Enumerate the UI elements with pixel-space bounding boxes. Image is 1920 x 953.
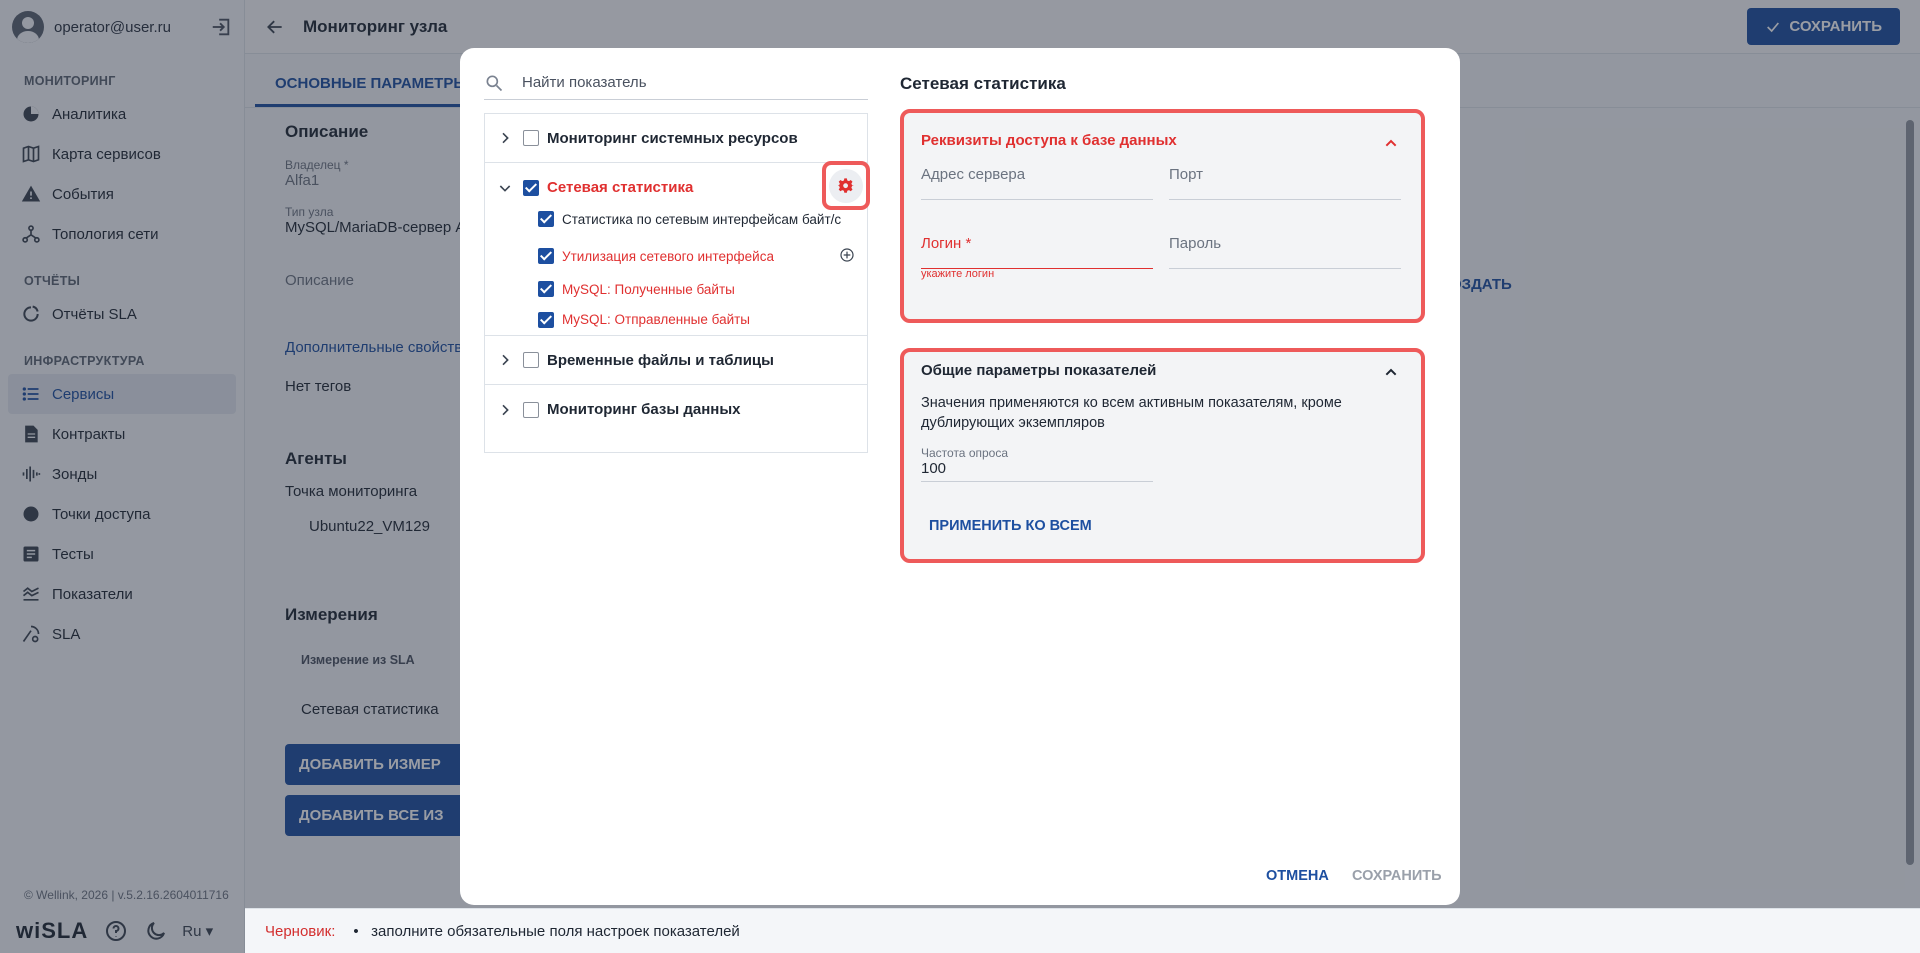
port-field[interactable]: Порт	[1169, 166, 1401, 200]
checkbox[interactable]	[523, 352, 539, 368]
tree-group-temp-files[interactable]: Временные файлы и таблицы	[485, 336, 867, 385]
frequency-input[interactable]: 100	[921, 460, 1153, 482]
tree-group-system-resources[interactable]: Мониторинг системных ресурсов	[485, 114, 867, 163]
password-field[interactable]: Пароль	[1169, 235, 1401, 269]
metrics-dialog: Найти показатель Мониторинг системных ре…	[460, 48, 1460, 905]
settings-button-bg	[829, 168, 863, 203]
checkbox[interactable]	[538, 211, 554, 227]
db-card-title: Реквизиты доступа к базе данных	[921, 132, 1177, 149]
login-error: укажите логин	[921, 268, 995, 280]
chevron-down-icon[interactable]	[497, 180, 513, 196]
common-params-card: Общие параметры показателей Значения при…	[900, 348, 1425, 563]
password-label: Пароль	[1169, 235, 1222, 252]
chevron-up-icon[interactable]	[1383, 135, 1399, 151]
tree-item[interactable]: MySQL: Отправленные байты	[485, 304, 867, 335]
tree-group-label: Временные файлы и таблицы	[547, 351, 774, 369]
scrollbar[interactable]	[1906, 120, 1914, 865]
draft-message: • заполните обязательные поля настроек п…	[353, 922, 740, 940]
checkbox[interactable]	[538, 248, 554, 264]
common-card-description: Значения применяются ко всем активным по…	[921, 395, 1342, 431]
tree-item-label: Утилизация сетевого интерфейса	[562, 248, 774, 264]
add-circle-icon[interactable]	[839, 247, 855, 263]
chevron-right-icon[interactable]	[497, 352, 513, 368]
tree-group-network-stats: Сетевая статистика Статистика по сетевым…	[485, 161, 870, 336]
cancel-button[interactable]: ОТМЕНА	[1266, 868, 1329, 884]
tree-item-label: Статистика по сетевым интерфейсам байт/с	[562, 211, 842, 227]
tree-item[interactable]: Утилизация сетевого интерфейса	[485, 234, 867, 274]
tree-item-label: MySQL: Полученные байты	[562, 281, 735, 297]
port-label: Порт	[1169, 166, 1204, 183]
chevron-up-icon[interactable]	[1383, 364, 1399, 380]
tree-group-label: Мониторинг базы данных	[547, 401, 741, 418]
settings-title: Сетевая статистика	[900, 74, 1066, 93]
chevron-right-icon[interactable]	[497, 402, 513, 418]
tree-item[interactable]: Статистика по сетевым интерфейсам байт/с	[485, 204, 867, 234]
server-address-field[interactable]: Адрес сервера	[921, 166, 1153, 200]
metrics-tree: Мониторинг системных ресурсов Сетевая ст…	[484, 113, 870, 453]
checkbox[interactable]	[523, 401, 539, 418]
db-credentials-card: Реквизиты доступа к базе данных Адрес се…	[900, 109, 1425, 323]
search-input[interactable]: Найти показатель	[522, 74, 647, 91]
settings-button[interactable]	[822, 161, 870, 210]
dialog-save-button[interactable]: СОХРАНИТЬ	[1352, 868, 1442, 884]
server-address-label: Адрес сервера	[921, 166, 1026, 183]
frequency-label: Частота опроса	[921, 446, 1009, 460]
common-card-title: Общие параметры показателей	[921, 362, 1157, 379]
tree-group-db-monitoring[interactable]: Мониторинг базы данных	[485, 385, 867, 434]
gear-icon	[838, 177, 854, 193]
checkbox[interactable]	[523, 179, 539, 196]
checkbox[interactable]	[523, 130, 539, 146]
draft-label: Черновик:	[265, 922, 336, 940]
search-field[interactable]: Найти показатель	[484, 66, 868, 100]
tree-item[interactable]: MySQL: Полученные байты	[485, 274, 867, 304]
login-label: Логин *	[921, 235, 972, 252]
tree-item-label: MySQL: Отправленные байты	[562, 312, 750, 327]
draft-bar: Черновик: • заполните обязательные поля …	[245, 908, 1920, 953]
login-field[interactable]: Логин *	[921, 235, 1153, 269]
checkbox[interactable]	[538, 281, 554, 297]
search-icon	[486, 75, 503, 91]
apply-all-button[interactable]: ПРИМЕНИТЬ КО ВСЕМ	[929, 518, 1092, 534]
chevron-right-icon[interactable]	[497, 130, 513, 146]
checkbox[interactable]	[538, 311, 554, 328]
tree-group-label: Мониторинг системных ресурсов	[547, 129, 798, 147]
tree-group-label: Сетевая статистика	[547, 179, 694, 196]
